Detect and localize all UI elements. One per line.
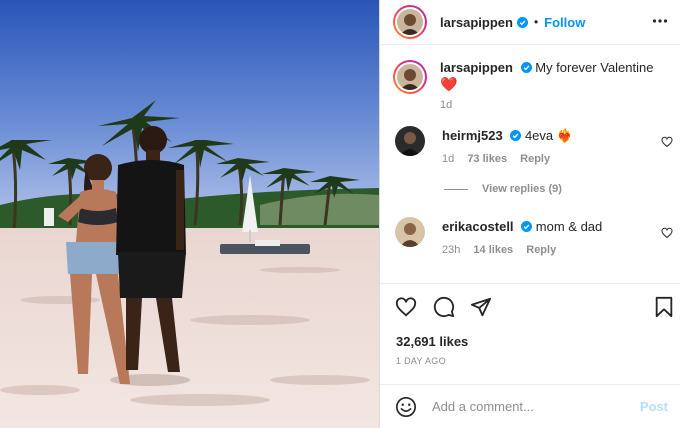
caption-time[interactable]: 1d — [440, 99, 452, 111]
comment-username[interactable]: erikacostell — [442, 219, 514, 234]
likes-count[interactable]: 32,691 likes — [380, 334, 680, 349]
verified-badge-icon — [510, 130, 522, 141]
post-caption: larsapippen My forever Valentine ❤️ 1d — [380, 46, 680, 113]
separator-dot: • — [533, 15, 539, 29]
beach-photo-image — [0, 0, 379, 428]
verified-badge-icon — [521, 221, 533, 232]
post-header: larsapippen • Follow — [380, 0, 680, 45]
comment-like-heart-icon[interactable] — [661, 227, 673, 239]
comment-time[interactable]: 23h — [442, 244, 460, 256]
comment-text: mom & dad — [535, 219, 603, 234]
comment-like-heart-icon[interactable] — [661, 136, 673, 148]
comment-item: heirmj523 4eva ❤️‍🔥 1d 73 likes Reply — [380, 126, 680, 167]
caption-username[interactable]: larsapippen — [440, 60, 513, 75]
comment-item: erikacostell mom & dad 23h 14 likes Repl… — [380, 217, 680, 258]
comment-likes[interactable]: 14 likes — [473, 244, 513, 256]
more-options-icon[interactable] — [652, 13, 668, 29]
action-bar — [380, 284, 680, 330]
emoji-icon[interactable] — [395, 396, 417, 418]
verified-badge-icon — [520, 62, 532, 73]
comment-likes[interactable]: 73 likes — [467, 153, 507, 165]
caption-avatar[interactable] — [393, 60, 427, 94]
author-username[interactable]: larsapippen — [440, 15, 513, 30]
view-replies-label: View replies (9) — [482, 183, 562, 195]
comment-text: 4eva — [524, 128, 554, 143]
comment-input[interactable] — [432, 399, 640, 414]
comments-section: larsapippen My forever Valentine ❤️ 1d h… — [380, 46, 680, 258]
caption-text: My forever Valentine — [535, 60, 654, 75]
author-avatar[interactable] — [393, 5, 427, 39]
replies-divider-line — [444, 188, 468, 190]
follow-button[interactable]: Follow — [544, 15, 585, 30]
view-replies-button[interactable]: View replies (9) — [380, 183, 680, 195]
reply-button[interactable]: Reply — [526, 244, 556, 256]
post-side-panel: larsapippen • Follow larsapippen My fore… — [379, 0, 680, 428]
post-photo[interactable] — [0, 0, 379, 428]
verified-badge-icon — [516, 16, 528, 28]
bookmark-icon[interactable] — [653, 296, 675, 318]
share-icon[interactable] — [470, 296, 492, 318]
heart-icon[interactable] — [395, 296, 417, 318]
comment-username[interactable]: heirmj523 — [442, 128, 503, 143]
reply-button[interactable]: Reply — [520, 153, 550, 165]
comment-heart-fire-emoji: ❤️‍🔥 — [556, 128, 573, 143]
post-date[interactable]: 1 DAY AGO — [380, 356, 680, 366]
comment-icon[interactable] — [433, 296, 455, 318]
post-comment-button[interactable]: Post — [640, 399, 668, 414]
add-comment-bar: Post — [380, 384, 680, 428]
caption-heart-emoji: ❤️ — [440, 76, 458, 92]
commenter-avatar[interactable] — [395, 126, 425, 156]
post-actions-area: 32,691 likes 1 DAY AGO — [380, 283, 680, 366]
commenter-avatar[interactable] — [395, 217, 425, 247]
comment-time[interactable]: 1d — [442, 153, 454, 165]
